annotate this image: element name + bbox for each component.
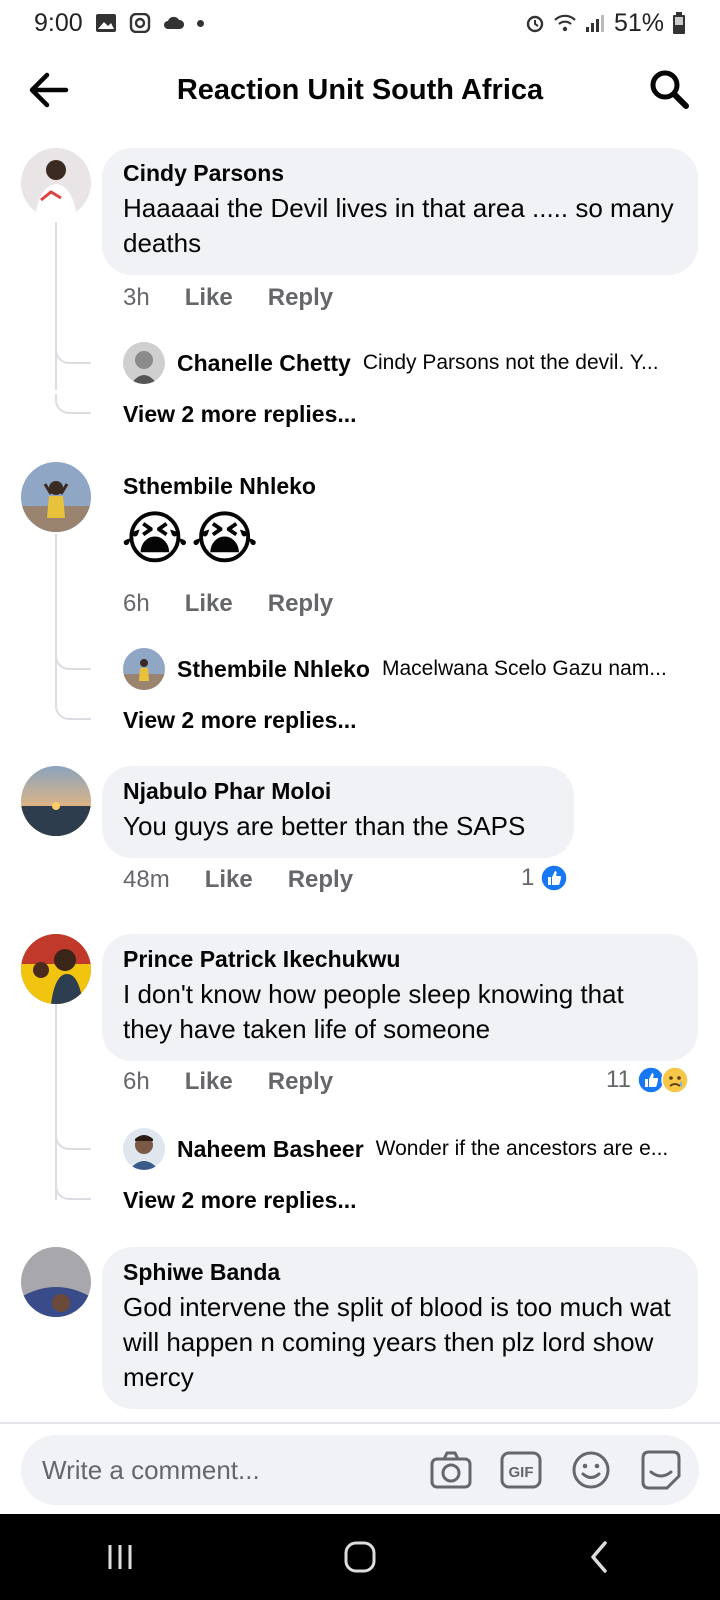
avatar[interactable] — [123, 648, 165, 690]
comment-author[interactable]: Njabulo Phar Moloi — [123, 778, 554, 805]
reply-author[interactable]: Naheem Basheer — [177, 1136, 364, 1163]
svg-text:GIF: GIF — [509, 1464, 534, 1481]
view-more-replies-link[interactable]: View 2 more replies... — [123, 1187, 357, 1214]
avatar[interactable] — [123, 342, 165, 384]
thread-branch — [55, 344, 91, 364]
reply-button[interactable]: Reply — [268, 1068, 333, 1096]
search-icon[interactable] — [648, 68, 690, 110]
avatar[interactable] — [21, 934, 91, 1004]
reply-text: Macelwana Scelo Gazu nam... — [381, 657, 667, 680]
reply-preview[interactable]: Naheem Basheer Wonder if the ancestors a… — [123, 1128, 668, 1170]
emoji-icon[interactable] — [569, 1448, 613, 1492]
page-title: Reaction Unit South Africa — [176, 73, 544, 106]
comment-bubble[interactable]: Cindy Parsons Haaaaai the Devil lives in… — [102, 148, 698, 275]
comment-emoji: 😭😭 — [121, 506, 261, 571]
battery-icon — [673, 12, 685, 34]
thread-branch — [55, 394, 91, 414]
sad-reaction-icon — [661, 1066, 689, 1094]
view-more-replies-link[interactable]: View 2 more replies... — [123, 401, 357, 428]
comment-bubble[interactable]: Prince Patrick Ikechukwu I don't know ho… — [102, 934, 698, 1061]
comment-author[interactable]: Sthembile Nhleko — [123, 473, 316, 500]
battery-percent: 51% — [613, 8, 664, 37]
wifi-icon — [554, 14, 576, 32]
comment-text: Haaaaai the Devil lives in that area ...… — [123, 193, 674, 258]
comment-meta: 3h Like Reply — [123, 284, 333, 312]
reply-text: Wonder if the ancestors are e... — [375, 1137, 669, 1160]
notification-dot-icon — [196, 19, 204, 27]
comment-bubble[interactable]: Njabulo Phar Moloi You guys are better t… — [102, 766, 574, 858]
alarm-icon — [526, 15, 544, 33]
reply-text: Cindy Parsons not the devil. Y... — [362, 351, 659, 374]
cloud-icon — [163, 16, 184, 29]
thread-branch — [55, 700, 91, 720]
avatar[interactable] — [21, 462, 91, 532]
status-bar: 9:00 51% — [0, 0, 720, 46]
thread-line — [55, 1000, 57, 1200]
comment-meta: 6h Like Reply — [123, 1068, 333, 1096]
top-app-bar: Reaction Unit South Africa — [0, 52, 720, 128]
like-button[interactable]: Like — [205, 866, 253, 894]
reply-button[interactable]: Reply — [268, 284, 333, 312]
like-button[interactable]: Like — [185, 1068, 233, 1096]
recent-apps-icon[interactable] — [100, 1537, 140, 1577]
reaction-summary[interactable]: 1 — [521, 864, 569, 892]
thread-line — [55, 222, 57, 390]
comment-meta: 6h Like Reply — [123, 590, 333, 618]
reply-preview[interactable]: Chanelle Chetty Cindy Parsons not the de… — [123, 342, 659, 384]
divider — [0, 1422, 720, 1424]
system-navigation-bar — [0, 1514, 720, 1600]
comment-author[interactable]: Prince Patrick Ikechukwu — [123, 946, 678, 973]
comment-meta: 48m Like Reply — [123, 866, 353, 894]
thread-line — [55, 534, 57, 704]
reply-author[interactable]: Chanelle Chetty — [177, 350, 351, 377]
reply-author[interactable]: Sthembile Nhleko — [177, 656, 370, 683]
camera-icon[interactable] — [429, 1448, 473, 1492]
instagram-icon — [129, 13, 150, 33]
gif-icon[interactable]: GIF — [499, 1448, 543, 1492]
thread-branch — [55, 1130, 91, 1150]
back-nav-icon[interactable] — [580, 1537, 620, 1577]
avatar[interactable] — [123, 1128, 165, 1170]
sticker-icon[interactable] — [639, 1448, 683, 1492]
avatar[interactable] — [21, 766, 91, 836]
comment-time: 6h — [123, 590, 150, 617]
signal-icon — [585, 15, 604, 32]
arrow-left-icon[interactable] — [28, 70, 70, 110]
avatar[interactable] — [21, 1247, 91, 1317]
comment-text: God intervene the split of blood is too … — [123, 1292, 671, 1392]
comment-time: 3h — [123, 284, 150, 311]
reaction-summary[interactable]: 11 — [606, 1066, 689, 1094]
view-more-replies-link[interactable]: View 2 more replies... — [123, 707, 357, 734]
thread-branch — [55, 1180, 91, 1200]
comment-time: 48m — [123, 866, 170, 893]
home-icon[interactable] — [340, 1537, 380, 1577]
comment-composer[interactable]: Write a comment... GIF — [21, 1435, 699, 1505]
reaction-count: 1 — [521, 864, 535, 891]
comment-bubble[interactable]: Sphiwe Banda God intervene the split of … — [102, 1247, 698, 1409]
comment-input[interactable]: Write a comment... — [42, 1455, 429, 1486]
comment-text: I don't know how people sleep knowing th… — [123, 979, 624, 1044]
thread-branch — [55, 650, 91, 670]
avatar[interactable] — [21, 148, 91, 218]
reply-button[interactable]: Reply — [268, 590, 333, 618]
comment-author[interactable]: Cindy Parsons — [123, 160, 678, 187]
comment-time: 6h — [123, 1068, 150, 1095]
gallery-icon — [95, 14, 116, 32]
reply-preview[interactable]: Sthembile Nhleko Macelwana Scelo Gazu na… — [123, 648, 667, 690]
like-button[interactable]: Like — [185, 284, 233, 312]
like-reaction-icon — [540, 864, 569, 892]
comment-text: You guys are better than the SAPS — [123, 811, 526, 841]
status-time: 9:00 — [34, 8, 83, 37]
reaction-count: 11 — [606, 1066, 631, 1093]
like-button[interactable]: Like — [185, 590, 233, 618]
comment-author[interactable]: Sphiwe Banda — [123, 1259, 678, 1286]
reply-button[interactable]: Reply — [288, 866, 353, 894]
